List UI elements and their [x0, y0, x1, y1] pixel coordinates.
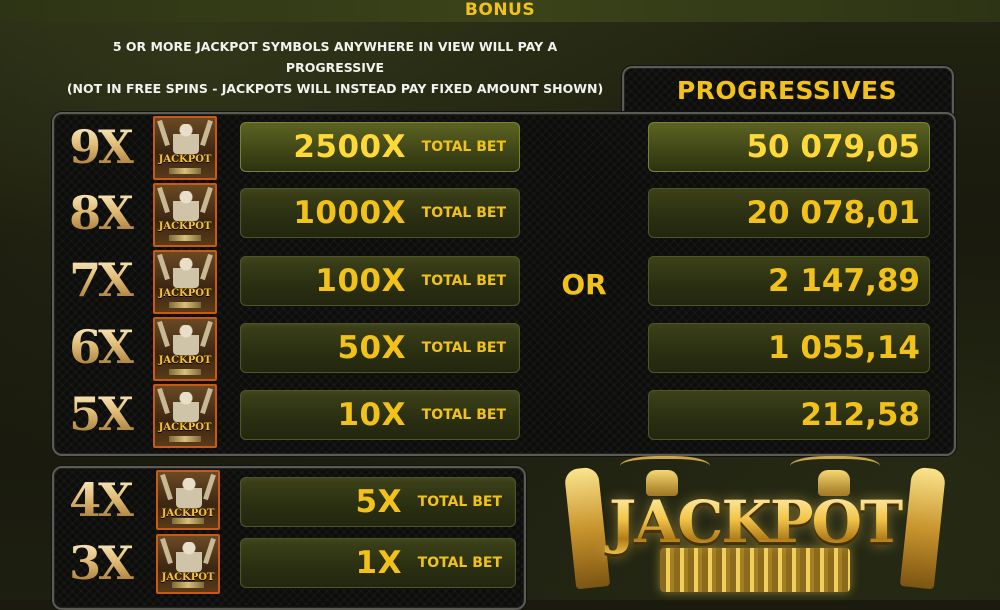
header-title: BONUS	[464, 0, 536, 20]
progressive-value-1: 50 079,05	[648, 122, 930, 172]
payout-amount: 1X	[355, 545, 402, 581]
jackpot-symbol-icon: JACKPOT	[156, 470, 220, 530]
multiplier-4x: 4X	[58, 475, 142, 525]
jackpot-symbol-icon: JACKPOT	[156, 534, 220, 594]
total-bet-label: TOTAL BET	[417, 494, 502, 510]
payout-amount: 10X	[337, 397, 406, 433]
payout-amount: 2500X	[293, 129, 406, 165]
symbol-label: JACKPOT	[158, 422, 212, 433]
progressive-amount: 2 147,89	[768, 263, 920, 299]
total-bet-label: TOTAL BET	[421, 273, 506, 289]
progressive-amount: 50 079,05	[746, 129, 920, 165]
jackpot-symbol-icon: JACKPOT	[153, 183, 217, 247]
payout-amount: 1000X	[293, 195, 406, 231]
payout-row-5x: 10X TOTAL BET	[240, 390, 520, 440]
progressive-amount: 212,58	[800, 397, 920, 433]
symbol-label: JACKPOT	[158, 355, 212, 366]
notice-line: PROGRESSIVE	[285, 60, 385, 75]
total-bet-label: TOTAL BET	[421, 340, 506, 356]
multiplier-3x: 3X	[58, 538, 142, 588]
payout-row-7x: 100X TOTAL BET	[240, 256, 520, 306]
bonus-notice: 5 OR MORE JACKPOT SYMBOLS ANYWHERE IN VI…	[40, 36, 630, 99]
jackpot-logo-text: JACKPOT	[590, 488, 920, 556]
jackpot-symbol-icon: JACKPOT	[153, 384, 217, 448]
notice-line: (NOT IN FREE SPINS - JACKPOTS WILL INSTE…	[66, 81, 604, 96]
payout-row-4x: 5X TOTAL BET	[240, 477, 516, 527]
jackpot-logo: JACKPOT	[560, 448, 950, 600]
progressive-value-2: 20 078,01	[648, 188, 930, 238]
multiplier-6x: 6X	[58, 322, 142, 372]
payout-row-6x: 50X TOTAL BET	[240, 323, 520, 373]
progressive-amount: 1 055,14	[768, 330, 920, 366]
symbol-label: JACKPOT	[158, 221, 212, 232]
header-bar: BONUS	[0, 0, 1000, 22]
payout-amount: 5X	[355, 484, 402, 520]
jackpot-symbol-icon: JACKPOT	[153, 317, 217, 381]
progressive-value-3: 2 147,89	[648, 256, 930, 306]
multiplier-7x: 7X	[58, 255, 142, 305]
total-bet-label: TOTAL BET	[421, 407, 506, 423]
payout-row-3x: 1X TOTAL BET	[240, 538, 516, 588]
multiplier-8x: 8X	[58, 188, 142, 238]
payout-amount: 50X	[337, 330, 406, 366]
multiplier-5x: 5X	[58, 389, 142, 439]
total-bet-label: TOTAL BET	[421, 205, 506, 221]
progressive-amount: 20 078,01	[746, 195, 920, 231]
total-bet-label: TOTAL BET	[421, 139, 506, 155]
payout-row-8x: 1000X TOTAL BET	[240, 188, 520, 238]
payout-amount: 100X	[315, 263, 406, 299]
symbol-label: JACKPOT	[158, 154, 212, 165]
notice-line: 5 OR MORE JACKPOT SYMBOLS ANYWHERE IN VI…	[112, 39, 558, 54]
jackpot-symbol-icon: JACKPOT	[153, 250, 217, 314]
total-bet-label: TOTAL BET	[417, 555, 502, 571]
progressive-value-5: 212,58	[648, 390, 930, 440]
progressive-value-4: 1 055,14	[648, 323, 930, 373]
jackpot-symbol-icon: JACKPOT	[153, 116, 217, 180]
or-label: OR	[561, 268, 607, 301]
payout-row-9x: 2500X TOTAL BET	[240, 122, 520, 172]
symbol-label: JACKPOT	[158, 288, 212, 299]
progressives-title: PROGRESSIVES	[676, 76, 898, 105]
multiplier-9x: 9X	[58, 122, 142, 172]
